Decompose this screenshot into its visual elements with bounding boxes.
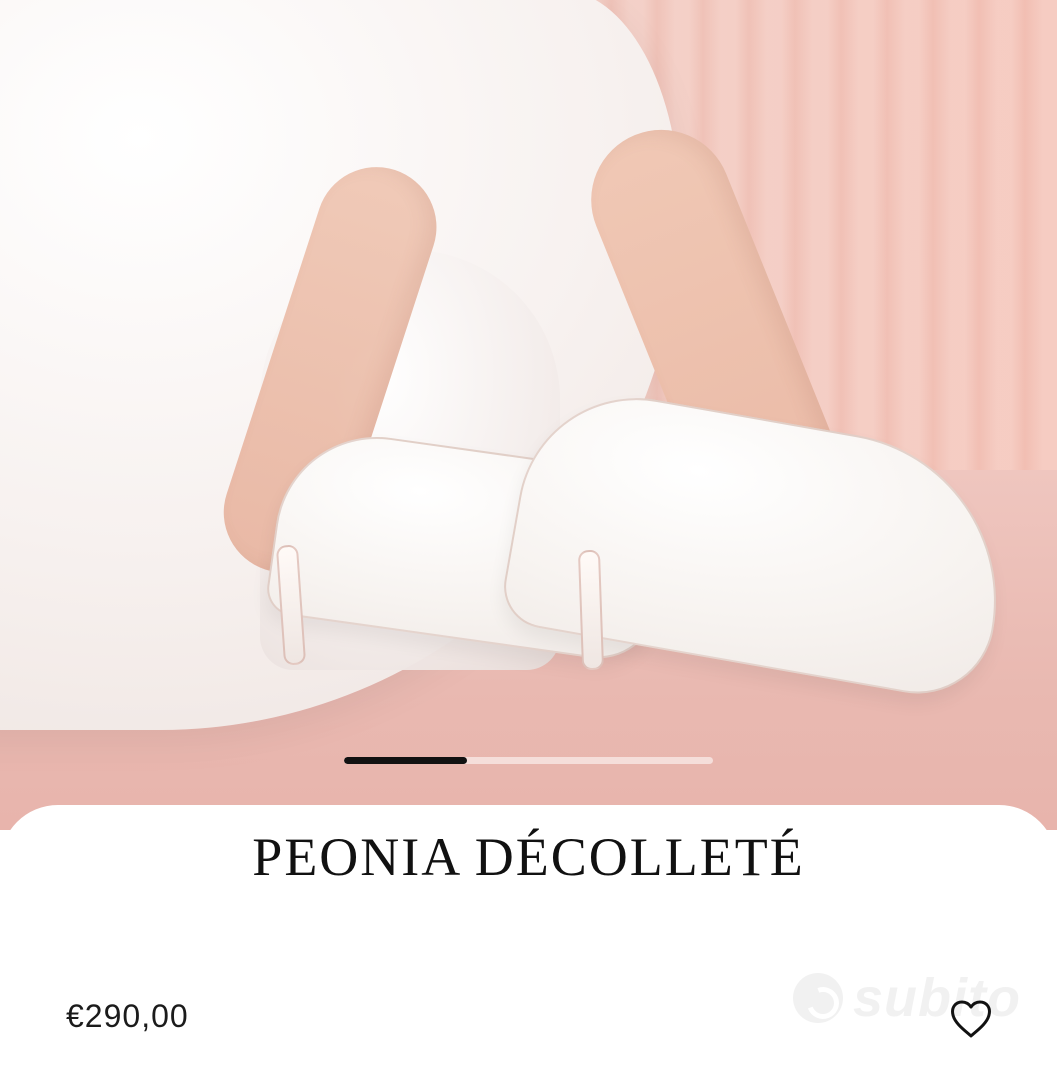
carousel-active-segment <box>344 757 467 764</box>
product-screen: PEONIA DÉCOLLETÉ €290,00 subito <box>0 0 1057 1080</box>
product-image[interactable] <box>0 0 1057 830</box>
product-title: PEONIA DÉCOLLETÉ <box>252 827 805 887</box>
product-price: €290,00 <box>66 998 189 1034</box>
favorite-button[interactable] <box>946 995 996 1043</box>
carousel-indicator[interactable] <box>344 757 713 764</box>
heart-outline-icon <box>949 999 993 1039</box>
right-heel <box>577 549 605 671</box>
